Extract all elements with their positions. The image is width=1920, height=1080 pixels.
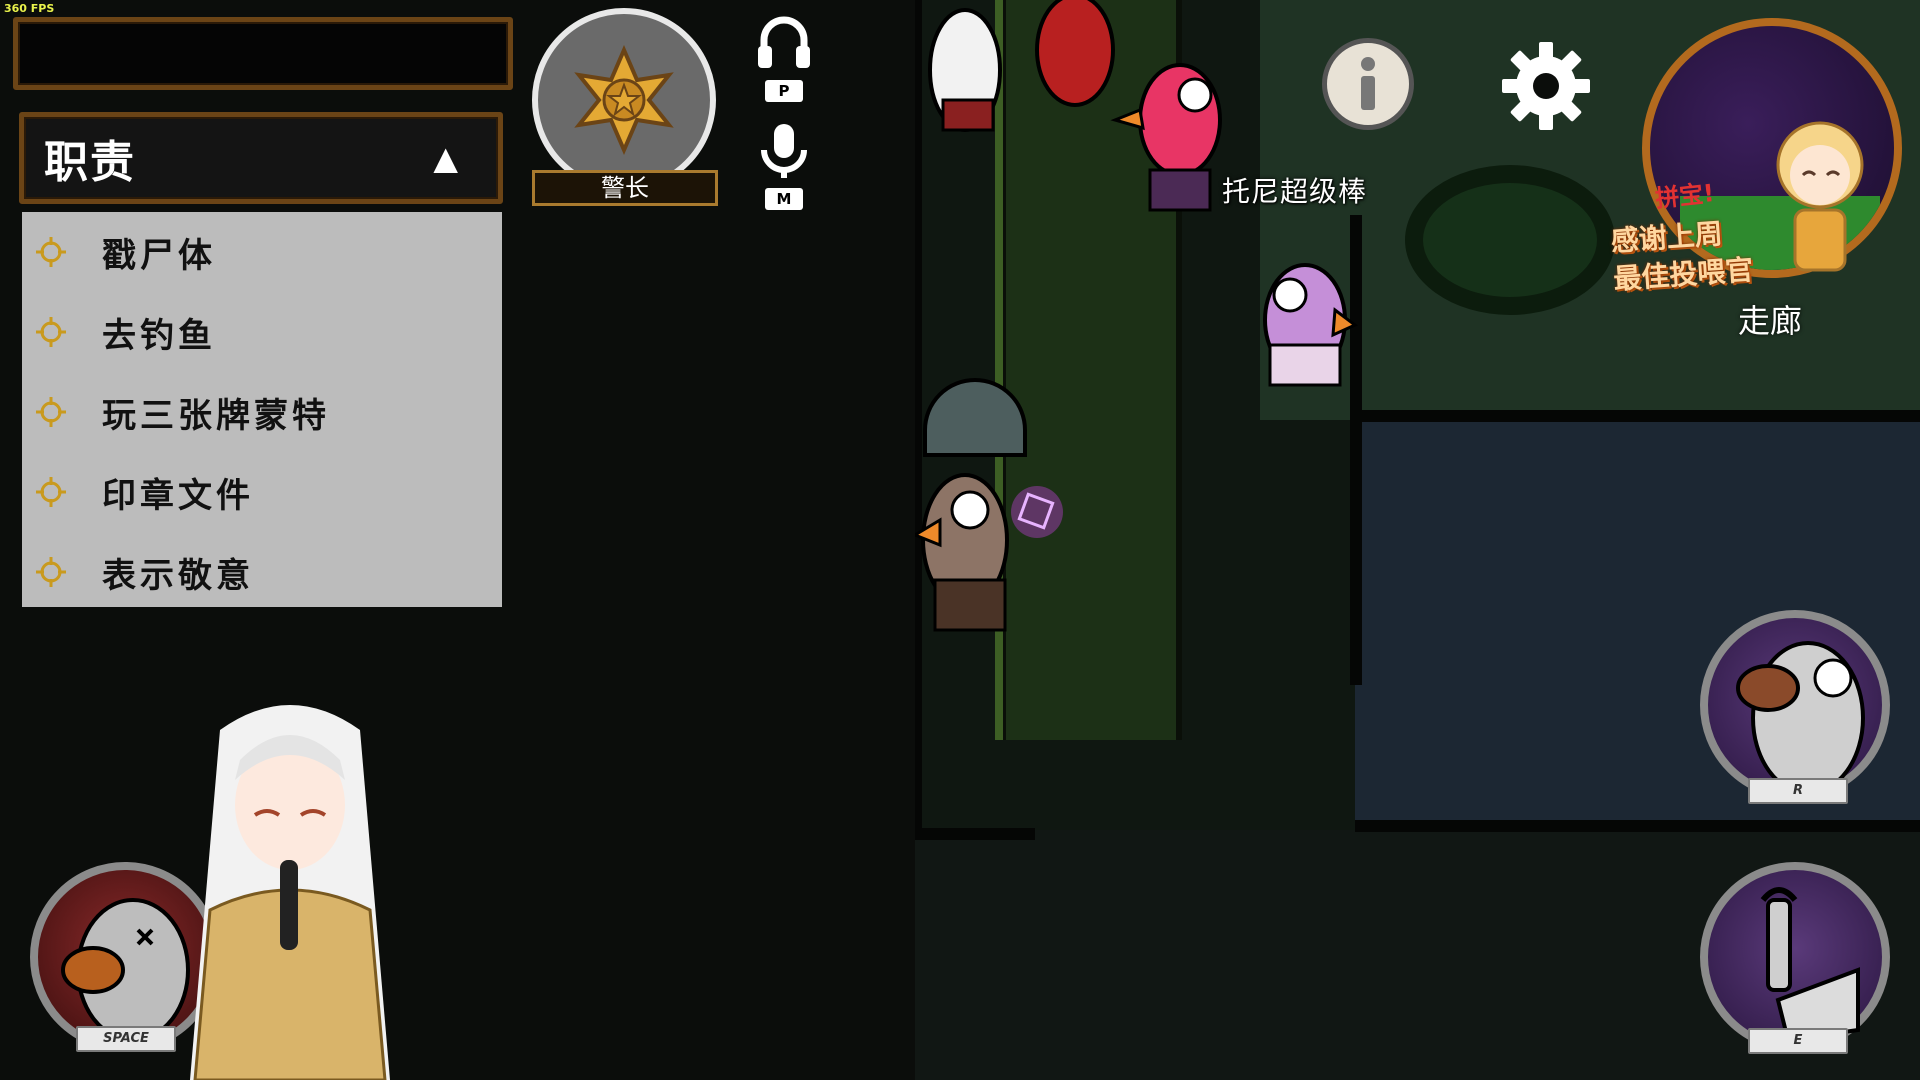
fps-counter: 360 FPS bbox=[4, 2, 55, 15]
task-label: 玩三张牌蒙特 bbox=[102, 395, 330, 436]
task-target-icon bbox=[36, 557, 66, 587]
current-room-label: 走廊 bbox=[1738, 302, 1803, 340]
player-nametag: 托尼超级棒 bbox=[1222, 175, 1368, 208]
task-item[interactable]: 去钓鱼 bbox=[22, 292, 502, 372]
task-item[interactable]: 戳尸体 bbox=[22, 212, 502, 292]
task-item[interactable]: 玩三张牌蒙特 bbox=[22, 372, 502, 452]
wrench-hand-icon bbox=[1760, 887, 1860, 1043]
tasks-title: 职责 bbox=[44, 137, 136, 188]
info-icon bbox=[1361, 57, 1375, 110]
tasks-header[interactable]: 职责 ▲ bbox=[19, 112, 503, 204]
collapse-arrow-icon[interactable]: ▲ bbox=[433, 139, 458, 177]
knight-goose-character bbox=[915, 378, 1027, 632]
white-goose-character bbox=[928, 8, 1002, 132]
task-target-icon bbox=[36, 237, 66, 267]
task-label: 戳尸体 bbox=[102, 235, 216, 276]
purple-goose-character bbox=[1263, 263, 1358, 387]
task-label: 去钓鱼 bbox=[102, 315, 216, 356]
microphone-key: M bbox=[765, 188, 803, 210]
task-target-icon bbox=[36, 317, 66, 347]
streamer-avatar bbox=[190, 705, 390, 1080]
overlay-red-text: 拼宝! bbox=[1653, 178, 1716, 213]
use-key: E bbox=[1748, 1028, 1848, 1054]
task-list: 戳尸体 去钓鱼 玩三张牌蒙特 印章文件 表示敬意 bbox=[22, 212, 502, 607]
headphones-icon bbox=[758, 16, 810, 68]
wall bbox=[915, 828, 1035, 840]
headphones-toggle[interactable]: P bbox=[752, 12, 816, 102]
chat-name-box[interactable] bbox=[13, 17, 513, 90]
task-item[interactable]: 印章文件 bbox=[22, 452, 502, 532]
task-target-icon bbox=[36, 477, 66, 507]
role-label: 警长 bbox=[532, 170, 718, 206]
task-item[interactable]: 表示敬意 bbox=[22, 532, 502, 612]
microphone-icon bbox=[761, 124, 807, 178]
headphones-key: P bbox=[765, 80, 803, 102]
overlay-thanks-text: 感谢上周 最佳投喂官 bbox=[1610, 213, 1755, 299]
report-key: R bbox=[1748, 778, 1848, 804]
cube-item-icon bbox=[1011, 486, 1063, 538]
task-target-icon bbox=[36, 397, 66, 427]
settings-gear-icon[interactable] bbox=[1498, 38, 1594, 134]
info-button[interactable] bbox=[1322, 38, 1414, 130]
task-label: 表示敬意 bbox=[102, 555, 254, 596]
role-badge[interactable] bbox=[532, 8, 716, 192]
microphone-toggle[interactable]: M bbox=[752, 120, 816, 210]
sheriff-star-icon bbox=[574, 45, 674, 155]
use-ability-button[interactable] bbox=[1700, 862, 1890, 1052]
pink-goose-character bbox=[1110, 63, 1222, 212]
wall bbox=[1355, 820, 1920, 832]
red-goose-character bbox=[1035, 0, 1115, 107]
task-label: 印章文件 bbox=[102, 475, 254, 516]
report-ability-button[interactable] bbox=[1700, 610, 1890, 800]
chibi-avatar-sticker bbox=[1776, 121, 1864, 272]
report-goose-icon bbox=[1736, 641, 1865, 795]
